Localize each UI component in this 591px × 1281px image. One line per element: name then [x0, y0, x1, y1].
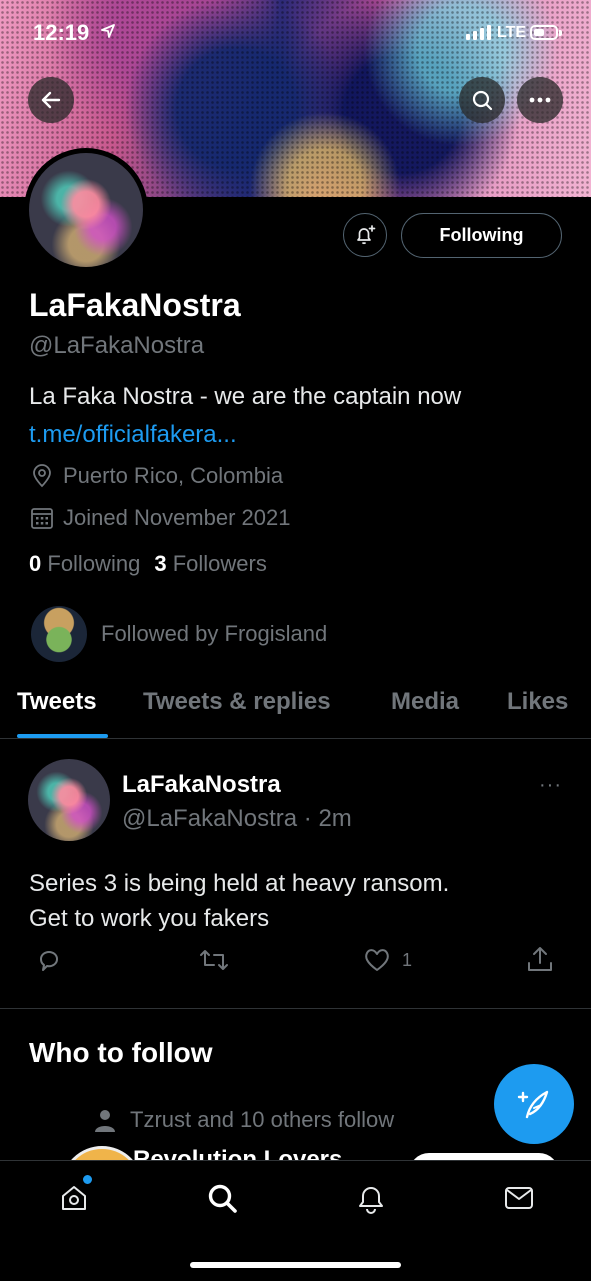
- section-divider: [0, 1008, 591, 1009]
- search-button[interactable]: [459, 77, 505, 123]
- followed-by-row[interactable]: Followed by Frogisland: [31, 606, 327, 662]
- compose-tweet-icon: [517, 1090, 549, 1119]
- retweet-icon: [200, 950, 228, 970]
- battery-nub: [559, 30, 562, 36]
- status-time: 12:19: [33, 20, 90, 45]
- tweet-text: Series 3 is being held at heavy ransom. …: [29, 870, 450, 932]
- suggested-account-avatar: [61, 1146, 143, 1160]
- who-to-follow-title: Who to follow: [29, 1037, 213, 1068]
- who-to-follow-context-text: Tzrust and 10 others follow: [130, 1107, 395, 1132]
- suggested-account-name: Revolution Lovers: [133, 1146, 343, 1160]
- joined-text: Joined November 2021: [63, 505, 291, 530]
- signal-icon: [466, 25, 491, 40]
- profile-joined: Joined November 2021: [29, 505, 290, 531]
- tweet-author-name[interactable]: LaFakaNostra: [122, 771, 281, 799]
- share-button[interactable]: [526, 944, 554, 974]
- like-count: 1: [402, 949, 413, 970]
- retweet-button[interactable]: [198, 946, 230, 974]
- notification-bell-icon: [357, 225, 376, 245]
- battery-icon: [530, 25, 558, 40]
- status-bar: 12:19 LTE: [0, 0, 591, 72]
- person-icon: [95, 1110, 115, 1132]
- calendar-icon: [31, 508, 53, 529]
- following-count-link[interactable]: 0 Following: [29, 551, 140, 577]
- profile-handle: @LaFakaNostra: [29, 332, 205, 359]
- home-notification-dot: [81, 1173, 94, 1186]
- tab-tweets-replies[interactable]: Tweets & replies: [143, 688, 331, 716]
- back-arrow-icon: [41, 91, 61, 109]
- search-icon: [472, 90, 493, 111]
- heart-icon: [365, 949, 389, 971]
- who-to-follow-context: Tzrust and 10 others follow: [92, 1107, 394, 1133]
- mail-icon[interactable]: [503, 1183, 535, 1213]
- home-icon[interactable]: [59, 1183, 89, 1213]
- compose-tweet-button[interactable]: [494, 1064, 574, 1144]
- location-pin-icon: [33, 464, 51, 488]
- reply-icon: [40, 951, 58, 971]
- nav-search-icon[interactable]: [207, 1183, 239, 1215]
- more-button[interactable]: [517, 77, 563, 123]
- tweet-author-handle: @LaFakaNostra · 2m: [122, 805, 352, 832]
- share-icon: [528, 947, 552, 971]
- profile-avatar[interactable]: [24, 148, 148, 272]
- network-label: LTE: [497, 24, 527, 41]
- back-button[interactable]: [28, 77, 74, 123]
- follower-avatar: [31, 606, 87, 662]
- tab-media[interactable]: Media: [391, 688, 459, 716]
- bell-icon[interactable]: [356, 1183, 386, 1215]
- following-button[interactable]: Following: [401, 213, 562, 258]
- profile-bio: La Faka Nostra - we are the captain now: [29, 383, 462, 410]
- notifications-toggle-button[interactable]: [343, 213, 387, 257]
- profile-link[interactable]: t.me/officialfakera...: [29, 421, 237, 449]
- profile-tabs: Tweets Tweets & replies Media Likes: [0, 688, 591, 739]
- home-indicator[interactable]: [190, 1262, 401, 1268]
- profile-location: Puerto Rico, Colombia: [29, 463, 283, 489]
- followed-by-text: Followed by Frogisland: [101, 621, 328, 646]
- active-tab-indicator: [17, 734, 108, 738]
- location-arrow-icon: [101, 24, 115, 38]
- location-text: Puerto Rico, Colombia: [63, 463, 284, 488]
- followers-count-link[interactable]: 3 Followers: [154, 551, 267, 577]
- follow-counts: 0 Following 3 Followers: [29, 551, 267, 577]
- like-button[interactable]: 1: [362, 946, 412, 974]
- profile-display-name: LaFakaNostra: [29, 287, 241, 323]
- tab-tweets[interactable]: Tweets: [17, 688, 97, 716]
- suggested-follow-button[interactable]: [409, 1153, 559, 1160]
- tweet-avatar[interactable]: [28, 759, 110, 841]
- suggested-account-partial[interactable]: Revolution Lovers: [29, 1146, 569, 1160]
- more-icon: [529, 97, 551, 103]
- tweet-more-button[interactable]: ···: [539, 774, 562, 797]
- tab-likes[interactable]: Likes: [507, 688, 568, 716]
- tweet-time: 2m: [318, 805, 352, 832]
- reply-button[interactable]: [35, 946, 63, 974]
